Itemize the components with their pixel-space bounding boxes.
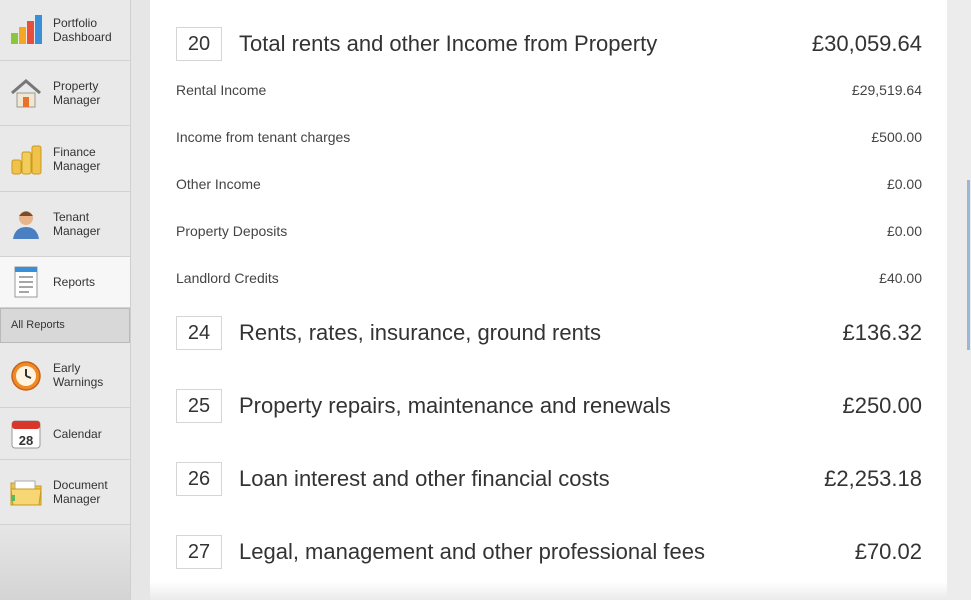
row-amount: £500.00 xyxy=(871,129,922,145)
report-section-24[interactable]: 24 Rents, rates, insurance, ground rents… xyxy=(150,316,947,352)
sidebar-item-document-manager[interactable]: Document Manager xyxy=(0,460,130,525)
income-row-landlord-credits: Landlord Credits £40.00 xyxy=(150,268,947,288)
sidebar-item-portfolio-dashboard[interactable]: Portfolio Dashboard xyxy=(0,0,130,61)
person-icon xyxy=(13,211,39,239)
sidebar-item-label: Manager xyxy=(53,158,101,173)
section-title: Legal, management and other professional… xyxy=(239,539,705,564)
section-title: Property repairs, maintenance and renewa… xyxy=(239,393,671,418)
row-label: Income from tenant charges xyxy=(176,129,351,145)
calendar-day-number: 28 xyxy=(19,433,33,448)
section-title: Loan interest and other financial costs xyxy=(239,466,610,491)
house-icon xyxy=(11,79,41,108)
sidebar-item-label: Tenant xyxy=(53,210,90,224)
sidebar-item-reports[interactable]: Reports xyxy=(0,257,130,308)
row-label: Rental Income xyxy=(176,82,267,98)
sidebar-item-tenant-manager[interactable]: Tenant Manager xyxy=(0,192,130,257)
folder-icon xyxy=(10,480,42,506)
report-section-27[interactable]: 27 Legal, management and other professio… xyxy=(150,535,947,571)
row-amount: £29,519.64 xyxy=(851,82,922,98)
bottom-fade xyxy=(150,582,947,600)
section-number-box: 26 xyxy=(176,462,222,496)
sidebar-item-label: Manager xyxy=(53,93,101,107)
report-section-25[interactable]: 25 Property repairs, maintenance and ren… xyxy=(150,389,947,425)
bar-chart-icon xyxy=(11,15,42,44)
section-amount: £136.32 xyxy=(842,320,922,345)
row-label: Landlord Credits xyxy=(176,270,279,286)
sidebar-item-label: Warnings xyxy=(53,375,104,389)
report-panel: 20 Total rents and other Income from Pro… xyxy=(150,0,947,600)
row-amount: £40.00 xyxy=(879,270,922,286)
sidebar-empty-space xyxy=(0,525,130,600)
sidebar-item-label: Calendar xyxy=(53,426,102,441)
section-number-box: 27 xyxy=(176,535,222,569)
alarm-clock-icon xyxy=(11,361,41,391)
sidebar-item-label: Dashboard xyxy=(53,30,112,44)
income-row-rental: Rental Income £29,519.64 xyxy=(150,80,947,100)
section-amount: £70.02 xyxy=(854,539,922,564)
sidebar-item-label: Finance xyxy=(53,144,96,159)
section-amount: £2,253.18 xyxy=(824,466,922,491)
row-amount: £0.00 xyxy=(886,223,922,239)
calendar-icon: 28 xyxy=(11,420,41,448)
sidebar-item-calendar[interactable]: 28 Calendar xyxy=(0,408,130,460)
sidebar-item-finance-manager[interactable]: Finance Manager xyxy=(0,126,130,192)
sidebar: Portfolio Dashboard Property Manager Fin… xyxy=(0,0,131,600)
section-title: Total rents and other Income from Proper… xyxy=(239,31,658,56)
report-section-26[interactable]: 26 Loan interest and other financial cos… xyxy=(150,462,947,498)
section-number-box: 20 xyxy=(176,27,222,61)
sidebar-item-property-manager[interactable]: Property Manager xyxy=(0,61,130,126)
sidebar-item-label: Manager xyxy=(53,492,101,506)
scrollbar-thumb[interactable] xyxy=(967,180,970,350)
coins-icon xyxy=(11,145,42,174)
report-section-20[interactable]: 20 Total rents and other Income from Pro… xyxy=(150,27,947,63)
sidebar-item-label: Document xyxy=(53,478,108,492)
sidebar-subitem-all-reports[interactable]: All Reports xyxy=(0,308,130,343)
income-row-tenant-charges: Income from tenant charges £500.00 xyxy=(150,127,947,147)
section-number-box: 25 xyxy=(176,389,222,423)
row-amount: £0.00 xyxy=(886,176,922,192)
sidebar-item-label: Manager xyxy=(53,224,101,238)
income-row-deposits: Property Deposits £0.00 xyxy=(150,221,947,241)
sidebar-item-label: Reports xyxy=(53,275,96,289)
section-amount: £30,059.64 xyxy=(811,31,922,56)
section-number-box: 24 xyxy=(176,316,222,350)
row-label: Other Income xyxy=(176,176,261,192)
income-row-other: Other Income £0.00 xyxy=(150,174,947,194)
report-icon xyxy=(14,266,38,298)
sidebar-item-label: Early xyxy=(53,361,81,375)
section-amount: £250.00 xyxy=(842,393,922,418)
sidebar-item-label: Property xyxy=(53,79,99,93)
sidebar-item-label: Portfolio xyxy=(53,16,98,30)
sidebar-item-early-warnings[interactable]: Early Warnings xyxy=(0,343,130,408)
row-label: Property Deposits xyxy=(176,223,288,239)
section-title: Rents, rates, insurance, ground rents xyxy=(239,320,601,345)
